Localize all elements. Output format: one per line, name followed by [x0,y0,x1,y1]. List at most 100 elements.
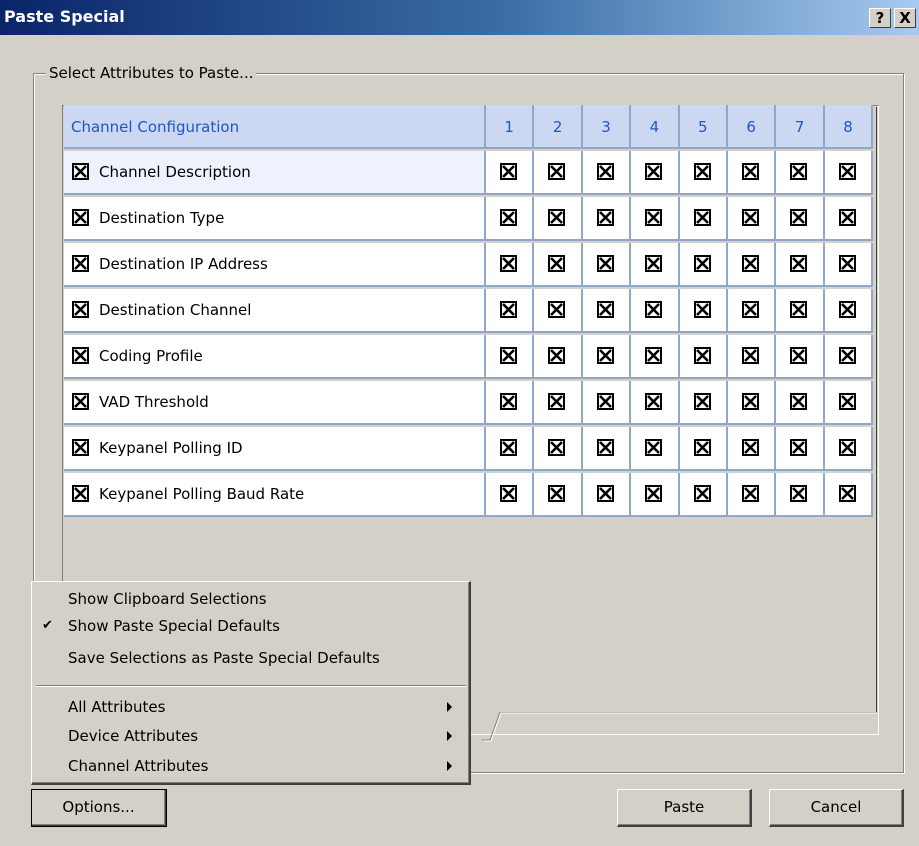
channel-checkbox[interactable] [693,485,711,502]
row-checkbox[interactable] [72,485,89,502]
grid-column-header[interactable]: 6 [728,105,777,149]
menu-item[interactable]: Channel Attributes [32,753,468,779]
channel-checkbox[interactable] [548,347,566,364]
channel-checkbox[interactable] [742,393,759,410]
cancel-button[interactable]: Cancel [769,789,904,827]
row-checkbox[interactable] [72,439,89,456]
channel-checkbox[interactable] [693,393,711,410]
channel-checkbox[interactable] [790,209,808,226]
row-checkbox[interactable] [72,301,89,318]
channel-checkbox[interactable] [500,439,517,456]
channel-checkbox[interactable] [500,209,517,226]
channel-checkbox[interactable] [645,255,663,272]
channel-checkbox[interactable] [838,255,856,272]
channel-checkbox[interactable] [500,485,517,502]
row-checkbox[interactable] [72,347,89,364]
channel-checkbox[interactable] [596,393,614,410]
channel-cell [486,197,535,241]
channel-checkbox[interactable] [742,439,759,456]
channel-checkbox[interactable] [596,485,614,502]
channel-checkbox[interactable] [693,163,711,180]
grid-column-header[interactable]: 4 [631,105,680,149]
channel-checkbox[interactable] [742,209,759,226]
channel-checkbox[interactable] [596,209,614,226]
channel-cell [582,243,632,287]
channel-checkbox[interactable] [838,347,856,364]
help-button[interactable]: ? [869,8,891,28]
channel-checkbox[interactable] [596,347,614,364]
channel-checkbox[interactable] [790,301,808,318]
channel-checkbox[interactable] [645,163,663,180]
channel-checkbox[interactable] [790,485,808,502]
channel-checkbox[interactable] [645,485,663,502]
channel-cell [679,289,728,333]
channel-checkbox[interactable] [693,439,711,456]
row-checkbox[interactable] [72,163,89,180]
menu-item[interactable]: Show Clipboard Selections [32,586,468,612]
close-button[interactable]: X [894,8,916,28]
channel-checkbox[interactable] [838,439,856,456]
grid-column-header[interactable]: 7 [776,105,825,149]
channel-checkbox[interactable] [742,301,759,318]
channel-checkbox[interactable] [693,301,711,318]
channel-checkbox[interactable] [596,163,614,180]
channel-checkbox[interactable] [742,485,759,502]
channel-checkbox[interactable] [596,301,614,318]
menu-item-label: Save Selections as Paste Special Default… [68,649,380,667]
channel-checkbox[interactable] [548,439,566,456]
channel-checkbox[interactable] [790,347,808,364]
channel-checkbox[interactable] [838,209,856,226]
channel-checkbox[interactable] [500,255,517,272]
channel-checkbox[interactable] [838,163,856,180]
channel-checkbox[interactable] [790,255,808,272]
channel-checkbox[interactable] [838,301,856,318]
channel-checkbox[interactable] [645,439,663,456]
channel-checkbox[interactable] [596,439,614,456]
channel-checkbox[interactable] [500,347,517,364]
grid-column-header[interactable]: 8 [824,105,874,149]
channel-checkbox[interactable] [548,255,566,272]
channel-checkbox[interactable] [596,255,614,272]
channel-checkbox[interactable] [645,301,663,318]
channel-checkbox[interactable] [693,209,711,226]
grid-column-header[interactable]: 5 [679,105,728,149]
row-checkbox[interactable] [72,209,89,226]
channel-checkbox[interactable] [548,393,566,410]
channel-cell [486,427,535,471]
channel-checkbox[interactable] [790,439,808,456]
channel-checkbox[interactable] [693,255,711,272]
channel-checkbox[interactable] [693,347,711,364]
channel-checkbox[interactable] [838,393,856,410]
channel-checkbox[interactable] [645,347,663,364]
grid-column-header[interactable]: 3 [582,105,632,149]
row-checkbox[interactable] [72,255,89,272]
channel-checkbox[interactable] [645,393,663,410]
menu-item[interactable]: ✔ Show Paste Special Defaults [32,613,468,639]
channel-checkbox[interactable] [548,209,566,226]
channel-checkbox[interactable] [742,163,759,180]
menu-item[interactable]: Save Selections as Paste Special Default… [32,645,468,671]
grid-column-header[interactable]: 2 [534,105,583,149]
menu-item[interactable]: All Attributes [32,694,468,720]
channel-cell [534,473,583,517]
options-button[interactable]: Options... [31,789,167,827]
channel-checkbox[interactable] [742,255,759,272]
paste-button[interactable]: Paste [617,789,752,827]
channel-checkbox[interactable] [500,301,517,318]
row-checkbox[interactable] [72,393,89,410]
channel-checkbox[interactable] [790,393,808,410]
channel-checkbox[interactable] [548,301,566,318]
channel-checkbox[interactable] [548,163,566,180]
channel-cell [582,427,632,471]
channel-cell [486,151,535,195]
channel-checkbox[interactable] [500,163,517,180]
channel-checkbox[interactable] [500,393,517,410]
grid-column-header[interactable]: 1 [486,105,535,149]
channel-checkbox[interactable] [645,209,663,226]
menu-item[interactable]: Device Attributes [32,723,468,749]
channel-checkbox[interactable] [742,347,759,364]
channel-checkbox[interactable] [548,485,566,502]
channel-checkbox[interactable] [790,163,808,180]
channel-cell [728,151,777,195]
channel-checkbox[interactable] [838,485,856,502]
